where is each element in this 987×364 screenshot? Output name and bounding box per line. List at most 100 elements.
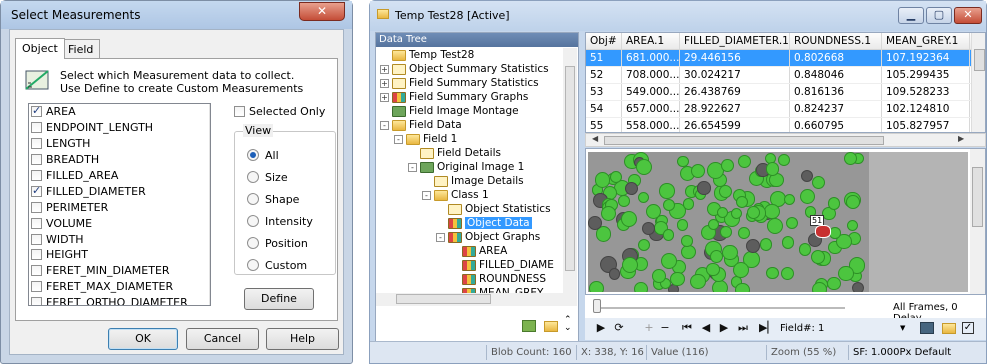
tree-node[interactable]: Image Details bbox=[422, 174, 524, 188]
view-option-radio[interactable]: Shape bbox=[247, 188, 313, 210]
close-button[interactable]: ✕ bbox=[299, 2, 345, 21]
frame-slider-track[interactable] bbox=[595, 307, 845, 309]
expand-icon[interactable]: + bbox=[380, 78, 389, 88]
checkbox-box[interactable] bbox=[234, 106, 245, 117]
binoculars-icon[interactable] bbox=[920, 322, 934, 334]
first-frame-icon[interactable]: ⏮ bbox=[679, 321, 695, 335]
view-option-radio[interactable]: Custom bbox=[247, 254, 313, 276]
maximize-button[interactable]: ▢ bbox=[926, 7, 952, 24]
checkbox-icon[interactable]: ✓ bbox=[962, 322, 974, 334]
scroll-right-icon[interactable]: ▶ bbox=[958, 134, 964, 143]
measurement-item[interactable]: PERIMETER bbox=[29, 199, 210, 215]
selected-cell[interactable] bbox=[815, 225, 831, 238]
measurement-checkbox[interactable] bbox=[31, 154, 42, 166]
tree-node[interactable]: AREA bbox=[450, 244, 507, 258]
tree-node[interactable]: ROUNDNESS bbox=[450, 272, 546, 286]
radio-button[interactable] bbox=[247, 171, 259, 183]
grid-hscroll-thumb[interactable] bbox=[604, 136, 884, 145]
add-frame-icon[interactable]: + bbox=[641, 321, 657, 334]
selected-only-checkbox[interactable]: Selected Only bbox=[232, 105, 325, 118]
window-titlebar[interactable]: Temp Test28 [Active] ▁ ▢ ✕ bbox=[370, 1, 986, 31]
grid-row[interactable]: 54 657.000... 28.922627 0.824237 102.124810 bbox=[586, 101, 985, 118]
tree-node[interactable]: - Field 1 bbox=[394, 132, 457, 146]
measurement-item[interactable]: FERET_MIN_DIAMETER bbox=[29, 263, 210, 279]
tree-node[interactable]: FILLED_DIAME bbox=[450, 258, 554, 272]
tab-object[interactable]: Object bbox=[15, 38, 65, 59]
tree-scroll-thumb[interactable] bbox=[565, 66, 575, 271]
data-tree[interactable]: Temp Test28 + Object Summary Statistics + Fi… bbox=[376, 48, 561, 298]
measurement-checkbox[interactable] bbox=[31, 297, 42, 305]
grid-column-header[interactable]: MEAN_GREY.1 bbox=[882, 33, 970, 49]
tree-node[interactable]: - Field Data bbox=[380, 118, 462, 132]
grid-column-header[interactable]: FILLED_DIAMETER.1 bbox=[680, 33, 790, 49]
grid-vscrollbar[interactable] bbox=[971, 33, 985, 132]
measurement-checkbox[interactable] bbox=[31, 201, 42, 213]
grid-column-header[interactable]: AREA.1 bbox=[622, 33, 680, 49]
cell-image-canvas[interactable]: 51 bbox=[588, 152, 968, 292]
ok-button[interactable]: OK bbox=[108, 328, 178, 350]
tree-node[interactable]: Field Image Montage bbox=[380, 104, 519, 118]
measurement-checkbox[interactable] bbox=[31, 138, 42, 150]
folder-icon[interactable] bbox=[942, 323, 956, 334]
tree-image-icon[interactable] bbox=[522, 320, 536, 332]
measurement-checkbox[interactable] bbox=[31, 281, 42, 293]
tree-node[interactable]: - Object Graphs bbox=[436, 230, 540, 244]
grid-column-header[interactable]: Obj# bbox=[586, 33, 622, 49]
view-option-radio[interactable]: Intensity bbox=[247, 210, 313, 232]
measurement-item[interactable]: AREA bbox=[29, 104, 210, 120]
collapse-icon[interactable]: - bbox=[408, 162, 417, 172]
loop-icon[interactable]: ⟳ bbox=[611, 321, 627, 334]
measurement-checkbox[interactable] bbox=[31, 184, 42, 197]
minimize-button[interactable]: ▁ bbox=[898, 7, 924, 24]
measurement-item[interactable]: FILLED_AREA bbox=[29, 168, 210, 184]
grid-row[interactable]: 51 681.000... 29.446156 0.802668 107.192364 bbox=[586, 50, 985, 67]
view-option-radio[interactable]: All bbox=[247, 144, 313, 166]
measurement-checkbox[interactable] bbox=[31, 217, 42, 229]
tree-hscroll-thumb[interactable] bbox=[396, 294, 491, 304]
dialog-titlebar[interactable]: Select Measurements ✕ bbox=[1, 1, 352, 29]
radio-button[interactable] bbox=[247, 193, 259, 205]
measurement-item[interactable]: FILLED_DIAMETER bbox=[29, 183, 210, 199]
next-frame-icon[interactable]: ▶ bbox=[716, 321, 732, 334]
tree-node[interactable]: Object Statistics bbox=[436, 202, 551, 216]
tree-node[interactable]: + Field Summary Graphs bbox=[380, 90, 528, 104]
goto-field-icon[interactable]: ▶▏ bbox=[759, 321, 776, 334]
grid-row[interactable]: 53 549.000... 26.438769 0.816136 109.528233 bbox=[586, 84, 985, 101]
measurement-checkbox[interactable] bbox=[31, 170, 42, 181]
collapse-icon[interactable]: - bbox=[436, 232, 445, 242]
collapse-icon[interactable]: - bbox=[394, 134, 403, 144]
tree-node[interactable]: - Original Image 1 bbox=[408, 160, 524, 174]
view-option-radio[interactable]: Position bbox=[247, 232, 313, 254]
measurement-item[interactable]: HEIGHT bbox=[29, 247, 210, 263]
measurement-item[interactable]: ENDPOINT_LENGTH bbox=[29, 120, 210, 136]
measurement-item[interactable]: LENGTH bbox=[29, 136, 210, 152]
tree-overflow-icon[interactable]: ⌃ ⌄ bbox=[564, 316, 572, 333]
object-data-grid[interactable]: Obj# AREA.1 FILLED_DIAMETER.1 ROUNDNESS.1 ME… bbox=[585, 32, 986, 133]
measurement-list[interactable]: AREA ENDPOINT_LENGTH LENGTH BREADTH FILLED_A… bbox=[28, 103, 211, 306]
grid-row[interactable]: 52 708.000... 30.024217 0.848046 105.299435 bbox=[586, 67, 985, 84]
define-button[interactable]: Define bbox=[244, 288, 314, 310]
grid-scroll-thumb[interactable] bbox=[974, 49, 985, 71]
measurement-checkbox[interactable] bbox=[31, 104, 42, 118]
tree-folder-icon[interactable] bbox=[544, 321, 558, 332]
radio-button[interactable] bbox=[247, 215, 259, 227]
tree-vscrollbar[interactable] bbox=[563, 48, 577, 306]
view-option-radio[interactable]: Size bbox=[247, 166, 313, 188]
expand-icon[interactable]: + bbox=[380, 64, 389, 74]
measurement-item[interactable]: FERET_MAX_DIAMETER bbox=[29, 279, 210, 295]
measurement-item[interactable]: WIDTH bbox=[29, 231, 210, 247]
prev-frame-icon[interactable]: ◀ bbox=[698, 321, 714, 334]
field-select[interactable]: Field#: 1 ▼ bbox=[780, 321, 910, 336]
frame-slider-thumb[interactable] bbox=[593, 299, 601, 313]
measurement-item[interactable]: BREADTH bbox=[29, 152, 210, 168]
tree-hscrollbar[interactable] bbox=[376, 293, 563, 306]
remove-frame-icon[interactable]: − bbox=[657, 321, 673, 334]
play-icon[interactable]: ▶ bbox=[593, 321, 609, 334]
help-button[interactable]: Help bbox=[266, 328, 339, 350]
measurement-checkbox[interactable] bbox=[31, 249, 42, 261]
scroll-left-icon[interactable]: ◀ bbox=[592, 134, 598, 143]
tab-field[interactable]: Field bbox=[61, 39, 101, 59]
measurement-checkbox[interactable] bbox=[31, 233, 42, 245]
grid-hscrollbar[interactable]: ◀ ▶ bbox=[585, 133, 986, 147]
last-frame-icon[interactable]: ⏭ bbox=[735, 321, 751, 335]
